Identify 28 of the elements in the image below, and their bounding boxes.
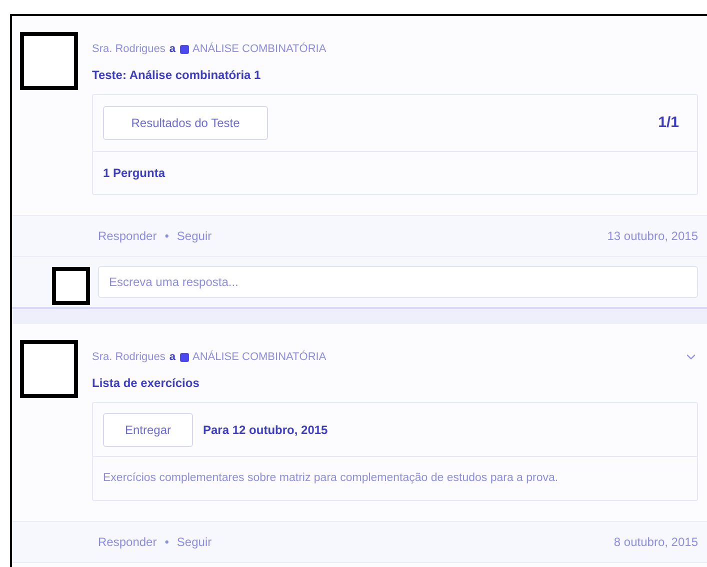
avatar-placeholder xyxy=(20,32,78,90)
connector-text: a xyxy=(169,350,176,365)
separator-dot: • xyxy=(164,534,169,551)
class-color-icon xyxy=(180,44,188,54)
follow-link[interactable]: Seguir xyxy=(176,533,212,551)
score-text: 1/1 xyxy=(658,112,679,133)
connector-text: a xyxy=(169,42,176,57)
avatar-placeholder xyxy=(20,340,78,398)
reply-link[interactable]: Responder xyxy=(98,227,157,245)
author-name[interactable]: Sra. Rodrigues xyxy=(92,348,166,366)
post-date: 8 outubro, 2015 xyxy=(614,534,698,551)
class-color-icon xyxy=(180,352,188,362)
avatar-placeholder xyxy=(52,267,90,305)
submit-button[interactable]: Entregar xyxy=(103,412,193,446)
author-name[interactable]: Sra. Rodrigues xyxy=(92,40,166,58)
reply-field[interactable]: Escreva uma resposta... xyxy=(98,266,698,298)
assignment-description: Exercícios complementares sobre matriz para complementação de estudos para a prova. xyxy=(103,470,558,486)
test-results-button[interactable]: Resultados do Teste xyxy=(103,106,268,140)
class-name[interactable]: ANÁLISE COMBINATÓRIA xyxy=(192,348,326,366)
class-name[interactable]: ANÁLISE COMBINATÓRIA xyxy=(192,40,326,58)
separator-dot: • xyxy=(164,228,169,245)
post-title[interactable]: Teste: Análise combinatória 1 xyxy=(92,66,698,84)
due-date: Para 12 outubro, 2015 xyxy=(203,422,328,438)
follow-link[interactable]: Seguir xyxy=(176,227,212,245)
question-count: 1 Pergunta xyxy=(103,165,166,182)
post-title[interactable]: Lista de exercícios xyxy=(92,374,698,392)
post-date: 13 outubro, 2015 xyxy=(607,228,698,245)
reply-link[interactable]: Responder xyxy=(98,533,157,551)
